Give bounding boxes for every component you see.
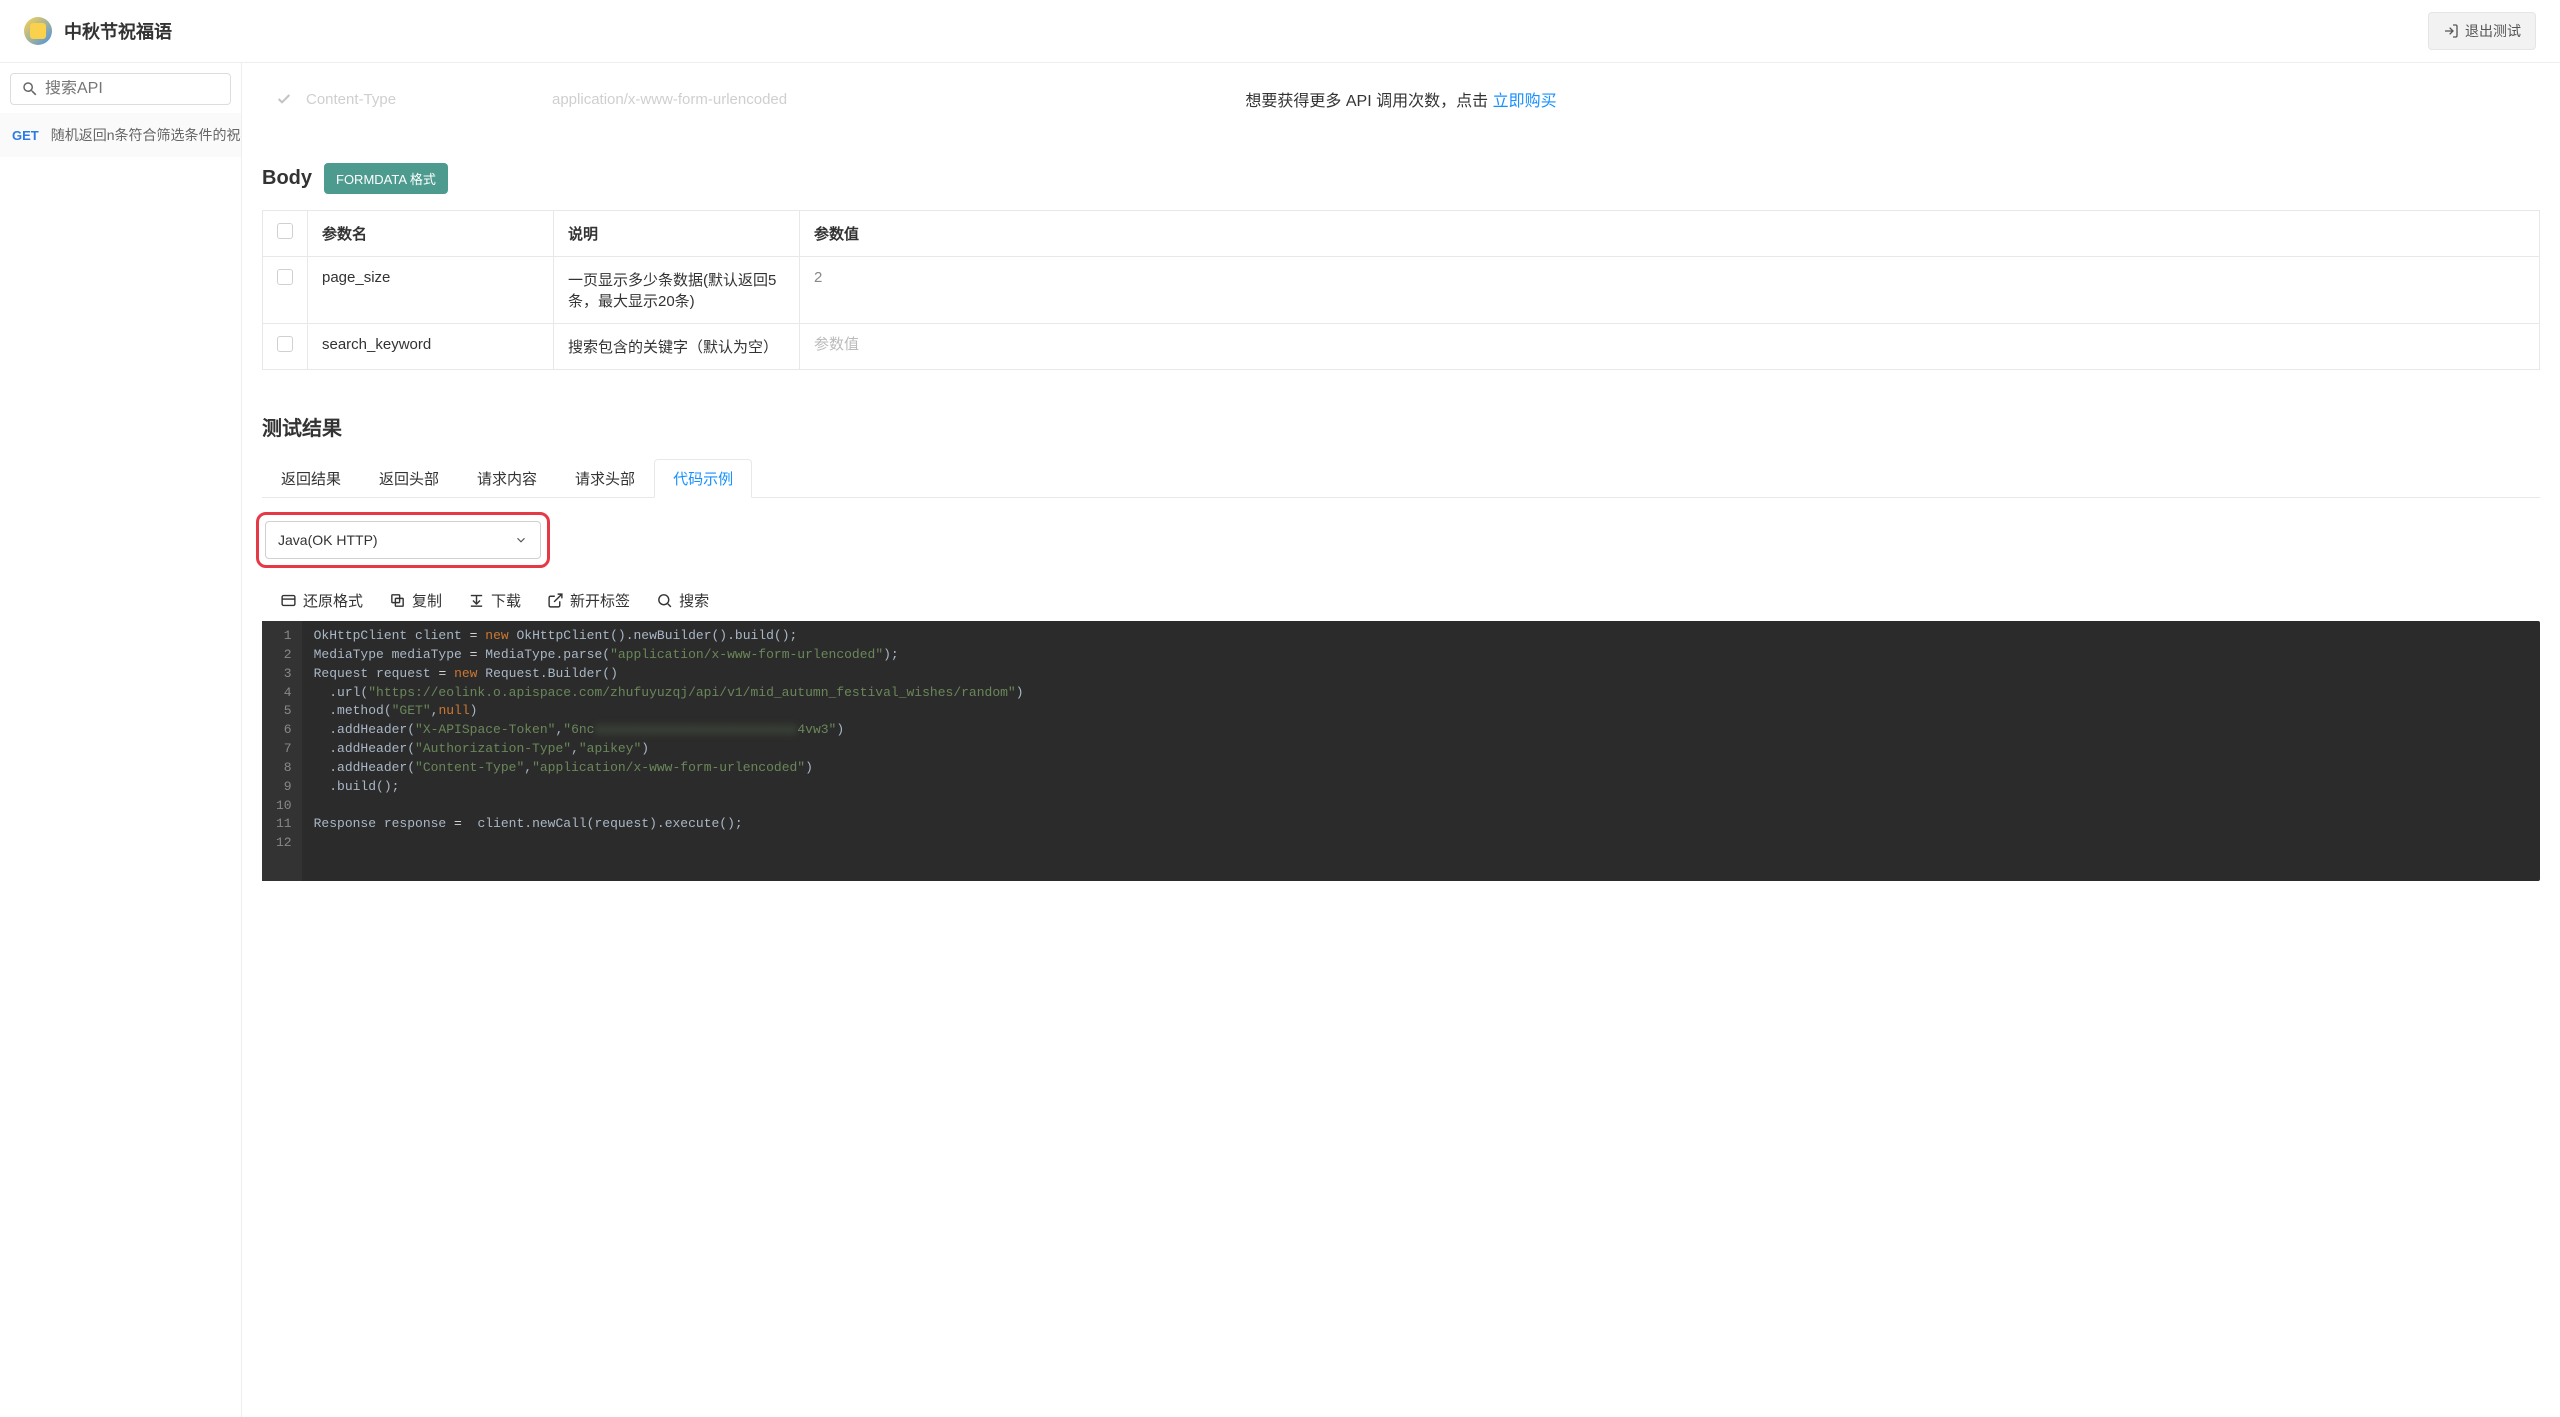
exit-test-button[interactable]: 退出测试 bbox=[2428, 12, 2536, 50]
sidebar-item-label: 随机返回n条符合筛选条件的祝福语 bbox=[51, 125, 241, 145]
page-title: 中秋节祝福语 bbox=[64, 18, 172, 44]
http-method-badge: GET bbox=[12, 128, 39, 143]
code-content[interactable]: OkHttpClient client = new OkHttpClient()… bbox=[302, 621, 2540, 881]
row-checkbox[interactable] bbox=[277, 336, 293, 352]
table-header-row: 参数名 说明 参数值 bbox=[263, 211, 2540, 257]
tab-request-body[interactable]: 请求内容 bbox=[458, 459, 556, 497]
select-all-checkbox[interactable] bbox=[277, 223, 293, 239]
api-search-box[interactable] bbox=[10, 73, 231, 105]
download-icon bbox=[468, 592, 485, 609]
notice-bar: Content-Type application/x-www-form-urle… bbox=[262, 63, 2540, 135]
app-header: 中秋节祝福语 退出测试 bbox=[0, 0, 2560, 63]
param-name: search_keyword bbox=[308, 324, 554, 370]
col-header-value: 参数值 bbox=[800, 211, 2540, 257]
purchase-link[interactable]: 立即购买 bbox=[1493, 93, 1557, 110]
param-row-search-keyword: search_keyword 搜索包含的关键字（默认为空） bbox=[263, 324, 2540, 370]
tab-response-headers[interactable]: 返回头部 bbox=[360, 459, 458, 497]
api-search-input[interactable] bbox=[45, 80, 252, 98]
copy-icon bbox=[389, 592, 406, 609]
external-link-icon bbox=[547, 592, 564, 609]
language-select-value: Java(OK HTTP) bbox=[278, 532, 378, 548]
param-value-input[interactable] bbox=[814, 336, 2525, 353]
sidebar-api-item[interactable]: GET 随机返回n条符合筛选条件的祝福语 bbox=[0, 113, 241, 157]
new-tab-button[interactable]: 新开标签 bbox=[547, 590, 630, 611]
search-icon bbox=[656, 592, 673, 609]
body-label: Body bbox=[262, 167, 312, 190]
tab-response-body[interactable]: 返回结果 bbox=[262, 459, 360, 497]
restore-icon bbox=[280, 592, 297, 609]
language-select[interactable]: Java(OK HTTP) bbox=[265, 521, 541, 559]
app-logo-icon bbox=[24, 17, 52, 45]
col-header-name: 参数名 bbox=[308, 211, 554, 257]
result-tabs: 返回结果 返回头部 请求内容 请求头部 代码示例 bbox=[262, 459, 2540, 498]
param-desc: 搜索包含的关键字（默认为空） bbox=[554, 324, 800, 370]
tab-request-headers[interactable]: 请求头部 bbox=[556, 459, 654, 497]
header-left: 中秋节祝福语 bbox=[24, 17, 172, 45]
search-code-button[interactable]: 搜索 bbox=[656, 590, 709, 611]
test-result-title: 测试结果 bbox=[262, 412, 2540, 441]
param-name: page_size bbox=[308, 257, 554, 324]
param-desc: 一页显示多少条数据(默认返回5条，最大显示20条) bbox=[554, 257, 800, 324]
row-checkbox[interactable] bbox=[277, 269, 293, 285]
main-content: Content-Type application/x-www-form-urle… bbox=[242, 63, 2560, 1417]
header-key: Content-Type bbox=[306, 91, 552, 108]
check-icon bbox=[276, 91, 292, 107]
col-header-desc: 说明 bbox=[554, 211, 800, 257]
code-example-block: 123456789101112 OkHttpClient client = ne… bbox=[262, 621, 2540, 881]
header-row-content-type: Content-Type application/x-www-form-urle… bbox=[262, 91, 2540, 108]
param-value-input[interactable] bbox=[814, 269, 2525, 286]
header-value: application/x-www-form-urlencoded bbox=[552, 91, 787, 108]
formdata-badge: FORMDATA 格式 bbox=[324, 163, 448, 194]
restore-format-button[interactable]: 还原格式 bbox=[280, 590, 363, 611]
search-icon bbox=[21, 80, 39, 98]
body-params-table: 参数名 说明 参数值 page_size 一页显示多少条数据(默认返回5条，最大… bbox=[262, 210, 2540, 370]
download-button[interactable]: 下载 bbox=[468, 590, 521, 611]
line-numbers: 123456789101112 bbox=[262, 621, 302, 881]
exit-icon bbox=[2443, 23, 2459, 39]
body-section-title: Body FORMDATA 格式 bbox=[262, 163, 2540, 194]
copy-button[interactable]: 复制 bbox=[389, 590, 442, 611]
chevron-down-icon bbox=[514, 533, 528, 547]
sidebar: GET 随机返回n条符合筛选条件的祝福语 bbox=[0, 63, 242, 1417]
param-row-page-size: page_size 一页显示多少条数据(默认返回5条，最大显示20条) bbox=[263, 257, 2540, 324]
exit-test-label: 退出测试 bbox=[2465, 21, 2521, 41]
tab-code-example[interactable]: 代码示例 bbox=[654, 459, 752, 498]
code-toolbar: 还原格式 复制 下载 新开标签 搜索 bbox=[262, 580, 2540, 621]
language-select-highlight: Java(OK HTTP) bbox=[256, 512, 550, 568]
